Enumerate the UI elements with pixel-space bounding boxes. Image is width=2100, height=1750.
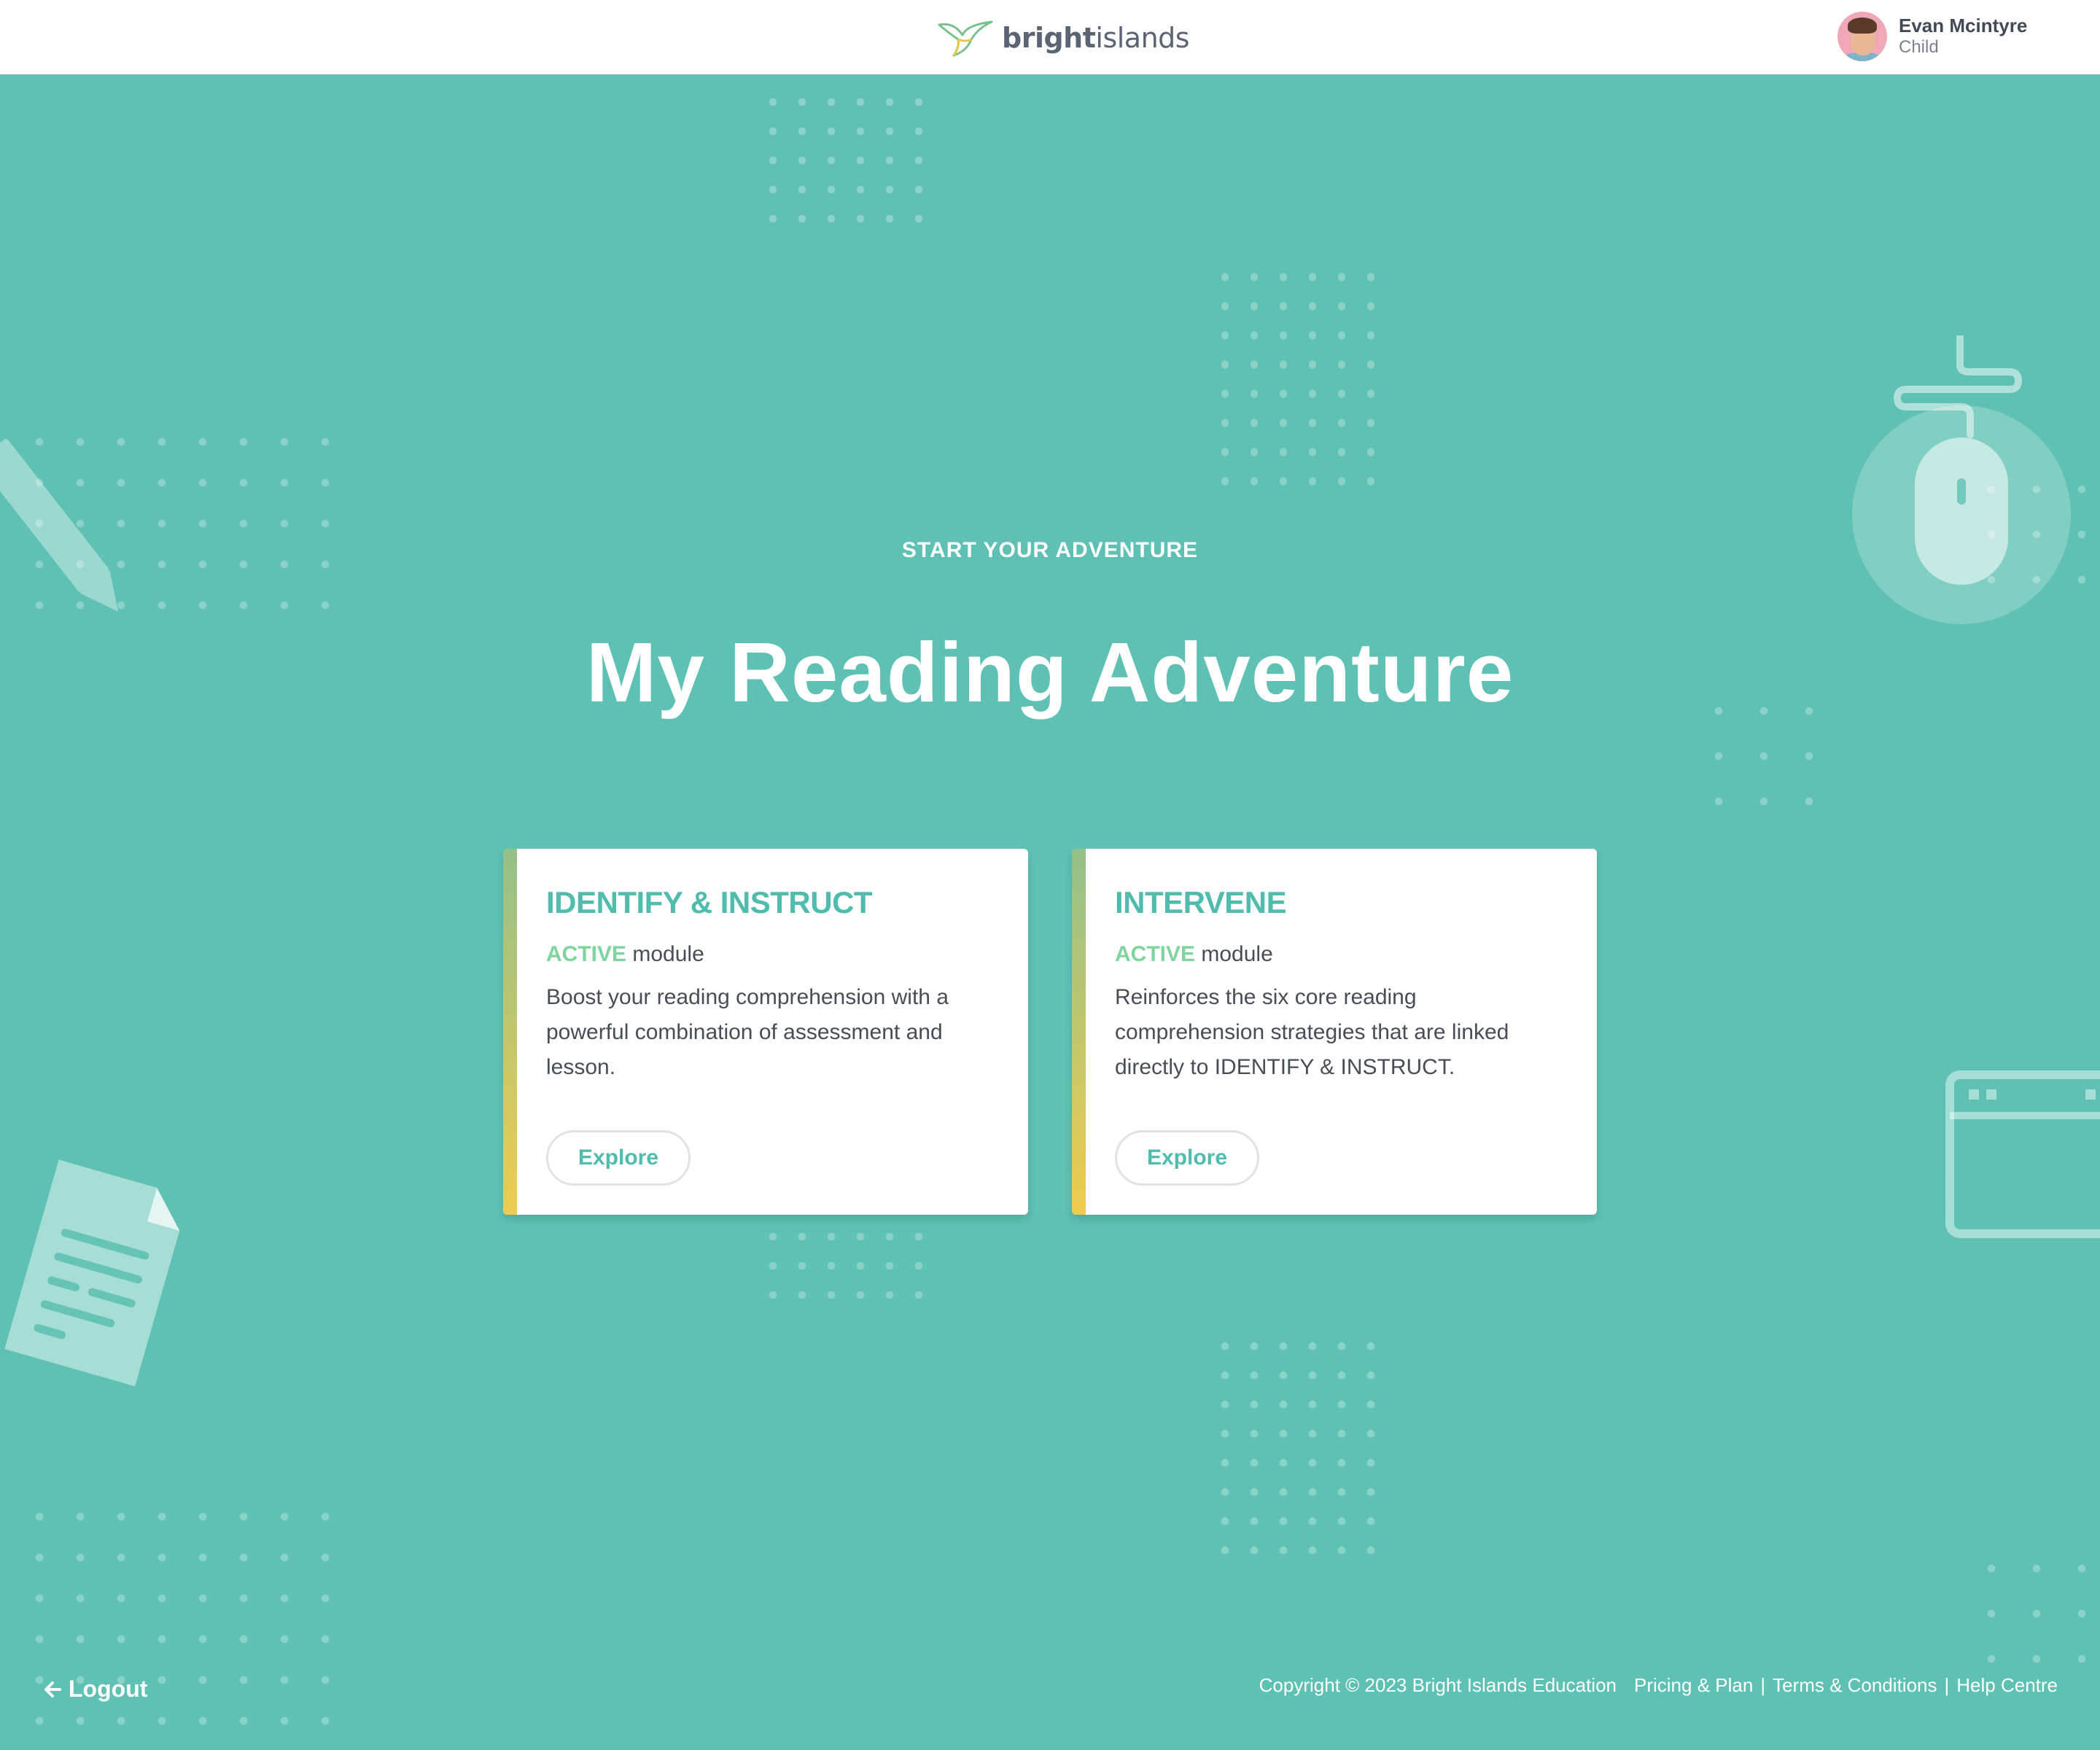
footer-link-help[interactable]: Help Centre xyxy=(1956,1674,2058,1697)
copyright-text: Copyright © 2023 Bright Islands Educatio… xyxy=(1259,1674,1617,1696)
footer-link-terms[interactable]: Terms & Conditions xyxy=(1773,1674,1937,1697)
status-badge: ACTIVE xyxy=(546,942,627,966)
hero-kicker: START YOUR ADVENTURE xyxy=(901,538,1199,562)
card-description: Reinforces the six core reading comprehe… xyxy=(1115,985,1509,1079)
card-status: ACTIVE module xyxy=(1115,942,1273,967)
module-card-identify-instruct: IDENTIFY & INSTRUCT ACTIVE module Boost … xyxy=(503,849,1028,1215)
avatar xyxy=(1838,12,1887,61)
card-status: ACTIVE module xyxy=(546,942,704,967)
hummingbird-logo-icon xyxy=(938,20,993,57)
footer-link-pricing[interactable]: Pricing & Plan xyxy=(1634,1674,1753,1697)
dot-grid-decoration xyxy=(758,1222,933,1299)
logout-label: Logout xyxy=(69,1676,148,1702)
card-title: INTERVENE xyxy=(1115,885,1287,919)
top-bar: brightislands Evan Mcintyre Child xyxy=(0,0,2100,74)
document-icon xyxy=(4,1159,180,1387)
user-name: Evan Mcintyre xyxy=(1899,15,2028,36)
arrow-left-icon xyxy=(44,1681,61,1698)
brand-wordmark: brightislands xyxy=(1002,22,1190,54)
user-menu[interactable]: Evan Mcintyre Child xyxy=(1838,12,2027,61)
footer: Copyright © 2023 Bright Islands Educatio… xyxy=(1259,1674,2058,1697)
browser-window-icon xyxy=(1945,1070,2100,1238)
card-description: Boost your reading comprehension with a … xyxy=(546,985,949,1079)
footer-separator: | xyxy=(1944,1674,1950,1696)
status-suffix: module xyxy=(632,942,704,966)
logout-link[interactable]: Logout xyxy=(42,1676,147,1703)
explore-button[interactable]: Explore xyxy=(1115,1130,1259,1186)
dot-grid-decoration xyxy=(1210,1331,1385,1560)
card-title: IDENTIFY & INSTRUCT xyxy=(546,885,873,919)
dot-grid-decoration xyxy=(1210,262,1385,486)
mouse-icon xyxy=(1852,335,2071,624)
dot-grid-decoration xyxy=(1969,1546,2100,1677)
dot-grid-decoration xyxy=(758,88,933,223)
footer-separator: | xyxy=(1760,1674,1766,1696)
status-suffix: module xyxy=(1201,942,1273,966)
card-accent-bar xyxy=(503,849,517,1215)
status-badge: ACTIVE xyxy=(1115,942,1196,966)
page-title: My Reading Adventure xyxy=(586,625,1514,720)
brand-logo[interactable]: brightislands xyxy=(938,16,1190,60)
explore-button[interactable]: Explore xyxy=(546,1130,691,1186)
card-accent-bar xyxy=(1072,849,1086,1215)
user-role: Child xyxy=(1899,37,1939,57)
module-card-intervene: INTERVENE ACTIVE module Reinforces the s… xyxy=(1072,849,1597,1215)
